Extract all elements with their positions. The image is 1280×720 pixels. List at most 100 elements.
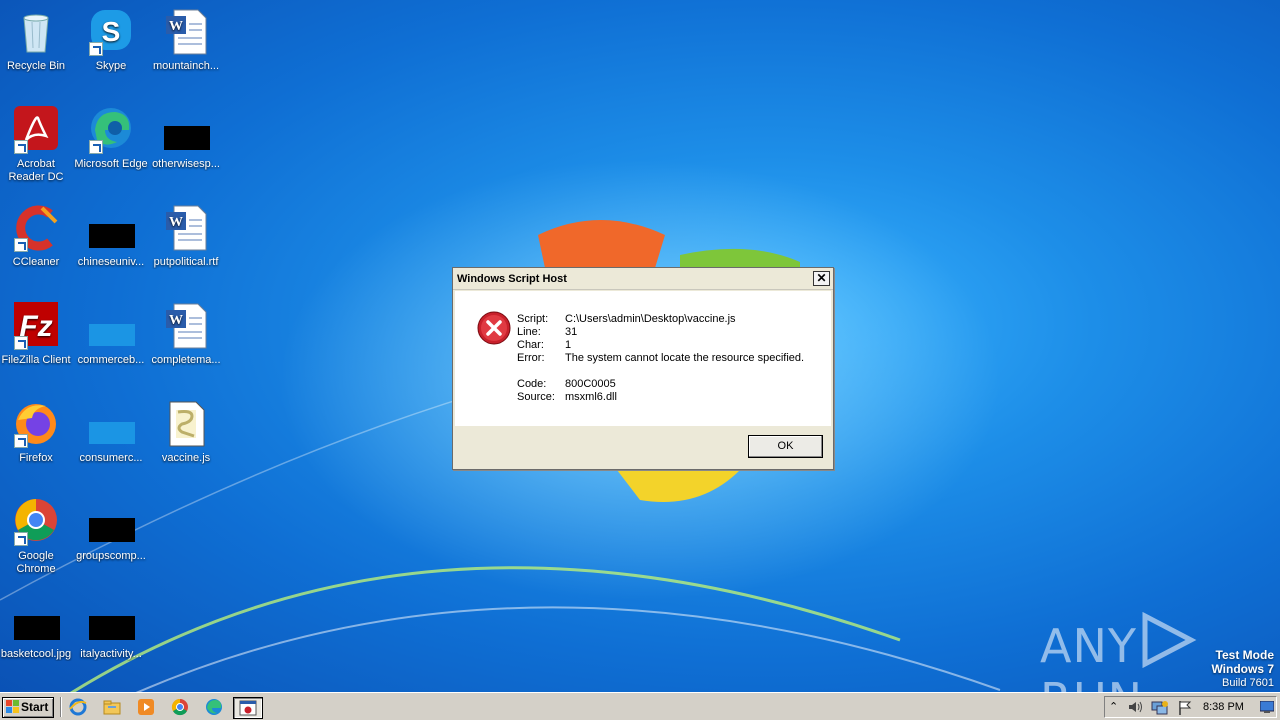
ok-button[interactable]: OK: [748, 435, 823, 458]
recycle-bin-icon: [12, 8, 60, 56]
edge-icon[interactable]: [204, 697, 226, 717]
field-key: Script:: [517, 313, 549, 325]
chrome-icon[interactable]: [170, 697, 192, 717]
field-value: 1: [565, 339, 572, 351]
icon-label: Acrobat Reader DC: [8, 158, 64, 183]
show-hidden-icons-chevron[interactable]: ⌃: [1109, 700, 1118, 713]
dialog-titlebar[interactable]: Windows Script Host ✕: [453, 268, 833, 290]
action-center-flag-icon[interactable]: [1177, 700, 1193, 716]
redacted-thumbnail-icon: [162, 106, 210, 154]
show-desktop-icon[interactable]: [1260, 701, 1274, 713]
field-value: 31: [565, 326, 578, 338]
icon-label: vaccine.js: [161, 452, 211, 464]
shortcut-arrow-icon: [14, 336, 28, 350]
icon-label: Microsoft Edge: [74, 158, 148, 170]
desktop-icon-mountainch[interactable]: W mountainch...: [148, 8, 224, 73]
field-value: 800C0005: [565, 378, 616, 390]
shortcut-arrow-icon: [14, 140, 28, 154]
media-player-icon[interactable]: [136, 697, 158, 717]
test-mode-line2: Windows 7: [1211, 662, 1274, 676]
desktop-icon-filezilla[interactable]: Fz FileZilla Client: [0, 302, 74, 367]
blank-file-icon: [87, 400, 135, 448]
icon-label: FileZilla Client: [1, 354, 71, 366]
redacted-thumbnail-icon: [12, 596, 60, 644]
ie-icon[interactable]: [68, 697, 90, 717]
filezilla-icon: Fz: [12, 302, 60, 350]
field-key: Code:: [517, 378, 547, 390]
desktop-icon-vaccine-js[interactable]: vaccine.js: [148, 400, 224, 465]
icon-label: basketcool.jpg: [0, 648, 72, 660]
shortcut-arrow-icon: [14, 238, 28, 252]
start-label: Start: [21, 700, 49, 714]
volume-icon[interactable]: [1127, 700, 1143, 714]
field-key: Source:: [517, 391, 555, 403]
start-button[interactable]: Start: [2, 697, 54, 718]
field-source: Source: msxml6.dll: [517, 391, 617, 404]
icon-label: Google Chrome: [16, 550, 56, 575]
close-button[interactable]: ✕: [813, 271, 830, 286]
desktop-icon-skype[interactable]: S Skype: [73, 8, 149, 73]
icon-label: groupscomp...: [76, 550, 146, 562]
chrome-icon: [12, 498, 60, 546]
desktop-icon-firefox[interactable]: Firefox: [0, 400, 74, 465]
icon-label: Skype: [95, 60, 127, 72]
explorer-icon[interactable]: [102, 697, 124, 717]
icon-label: otherwisesp...: [152, 158, 220, 170]
ccleaner-icon: [12, 204, 60, 252]
field-error: Error: The system cannot locate the resou…: [517, 352, 804, 365]
windows-script-host-dialog: Windows Script Host ✕ Script: C:\Users\ad…: [452, 267, 834, 470]
icon-label: putpolitical.rtf: [153, 256, 219, 268]
icon-label: CCleaner: [12, 256, 60, 268]
firefox-icon: [12, 400, 60, 448]
script-host-icon: [239, 700, 257, 716]
desktop-icon-basketcool[interactable]: basketcool.jpg: [0, 596, 74, 661]
dialog-title: Windows Script Host: [457, 273, 567, 285]
icon-label: consumerc...: [79, 452, 143, 464]
desktop-icon-otherwisesp[interactable]: otherwisesp...: [148, 106, 224, 171]
field-line: Line: 31: [517, 326, 577, 339]
skype-icon: S: [87, 8, 135, 56]
field-key: Error:: [517, 352, 545, 364]
desktop-icon-groupscomp[interactable]: groupscomp...: [73, 498, 149, 563]
shortcut-arrow-icon: [89, 140, 103, 154]
clock[interactable]: 8:38 PM: [1203, 701, 1244, 713]
icon-label: commerceb...: [77, 354, 145, 366]
icon-label: chineseuniv...: [77, 256, 145, 268]
taskbar-separator: [60, 697, 62, 717]
field-value: msxml6.dll: [565, 391, 617, 403]
field-key: Line:: [517, 326, 541, 338]
desktop-icon-completema[interactable]: W completema...: [148, 302, 224, 367]
desktop-icon-commerceb[interactable]: commerceb...: [73, 302, 149, 367]
desktop-icon-acrobat[interactable]: Acrobat Reader DC: [0, 106, 74, 184]
desktop-icon-italyactivity[interactable]: italyactivity...: [73, 596, 149, 661]
desktop-icon-edge[interactable]: Microsoft Edge: [73, 106, 149, 171]
test-mode-line1: Test Mode: [1215, 648, 1274, 662]
desktop-icon-putpolitical[interactable]: W putpolitical.rtf: [148, 204, 224, 269]
edge-icon: [87, 106, 135, 154]
taskbar-item-script-host[interactable]: [233, 697, 263, 719]
field-key: Char:: [517, 339, 544, 351]
play-logo-icon: [1142, 611, 1197, 669]
icon-label: Recycle Bin: [6, 60, 66, 72]
word-document-icon: W: [162, 204, 210, 252]
taskbar: Start ⌃ 8:38 PM: [0, 692, 1280, 720]
svg-text:W: W: [169, 19, 183, 34]
dialog-body: Script: C:\Users\admin\Desktop\vaccine.js…: [455, 291, 831, 426]
test-mode-text: Test Mode Windows 7 Build 7601: [1211, 648, 1274, 690]
shortcut-arrow-icon: [89, 42, 103, 56]
desktop-icon-ccleaner[interactable]: CCleaner: [0, 204, 74, 269]
desktop-icon-chineseuniv[interactable]: chineseuniv...: [73, 204, 149, 269]
field-value: C:\Users\admin\Desktop\vaccine.js: [565, 313, 736, 325]
acrobat-icon: [12, 106, 60, 154]
windows-logo-icon: [6, 700, 19, 713]
desktop-icon-chrome[interactable]: Google Chrome: [0, 498, 74, 576]
svg-text:W: W: [169, 313, 183, 328]
network-icon[interactable]: [1151, 700, 1169, 716]
redacted-thumbnail-icon: [87, 204, 135, 252]
shortcut-arrow-icon: [14, 532, 28, 546]
desktop-icon-recycle-bin[interactable]: Recycle Bin: [0, 8, 74, 73]
error-icon: [477, 311, 511, 345]
field-char: Char: 1: [517, 339, 571, 352]
desktop-icon-consumerc[interactable]: consumerc...: [73, 400, 149, 465]
redacted-thumbnail-icon: [87, 498, 135, 546]
